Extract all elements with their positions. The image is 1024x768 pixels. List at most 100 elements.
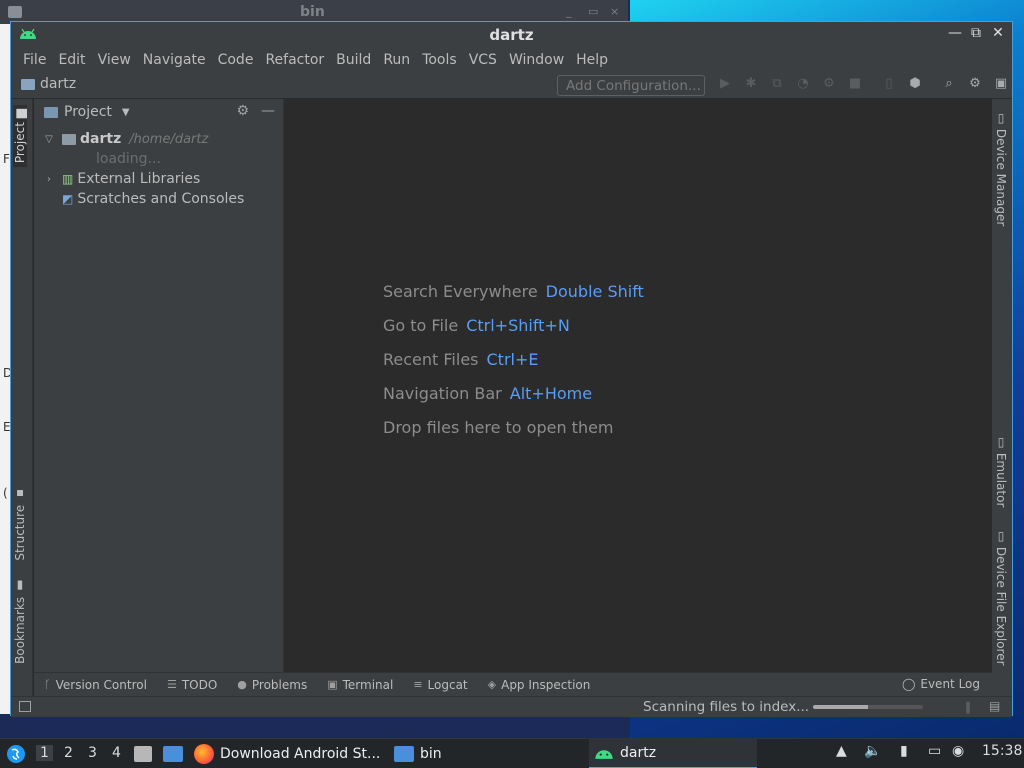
tab-app-inspection-label: App Inspection [501,677,591,692]
device-icon[interactable]: ▯ [879,76,899,94]
workspace-2[interactable]: 2 [64,745,73,761]
device-file-explorer-icon: ▯ [994,529,1008,547]
minimize-icon[interactable]: — [948,25,962,41]
notification-icon[interactable]: ◉ [952,743,964,759]
tab-problems-label: Problems [251,677,308,692]
hint-label: Drop files here to open them [383,418,614,437]
tool-tab-device-file-explorer[interactable]: ▯ Device File Explorer [994,529,1008,666]
tool-tab-bookmarks[interactable]: Bookmarks ▮ [13,579,27,664]
desktop-launcher[interactable] [163,739,183,768]
clipboard-icon[interactable]: ▮ [900,743,908,759]
scratches-label: Scratches and Consoles [77,191,245,207]
menu-code[interactable]: Code [212,49,260,73]
hide-icon[interactable]: — [261,103,275,119]
tool-tab-device-manager[interactable]: ▯ Device Manager [994,111,1008,226]
close-icon[interactable]: × [610,5,619,18]
sdk-manager-icon[interactable]: ⬢ [905,76,925,94]
workspace-3[interactable]: 3 [88,745,97,761]
maximize-icon[interactable]: ▭ [588,5,598,18]
settings-icon[interactable]: ⚙ [965,76,985,94]
start-menu-icon [7,745,25,763]
structure-icon: ▪ [13,487,27,501]
restore-icon[interactable]: ⧉ [970,25,982,41]
status-text[interactable]: Scanning files to index... [643,699,809,715]
tool-tab-structure[interactable]: Structure ▪ [13,487,27,561]
tab-problems[interactable]: ● Problems [227,673,317,696]
ide-window: dartz — ⧉ ✕ File Edit View Navigate Code… [10,21,1013,717]
taskbar: 1 2 3 4 Download Android St... bin dartz… [0,738,1024,768]
file-manager-launcher[interactable] [134,739,152,768]
network-icon[interactable]: ▭ [928,743,941,759]
tool-tab-emulator[interactable]: ▯ Emulator [994,435,1008,507]
tray-updates-icon[interactable]: ▲ [836,743,847,759]
menu-window[interactable]: Window [503,49,570,73]
task-ide[interactable]: dartz [589,739,757,768]
tab-todo[interactable]: ☰ TODO [157,673,227,696]
android-icon [595,749,613,759]
attach-debugger-icon[interactable]: ⧉ [767,76,787,94]
tab-terminal[interactable]: ▣ Terminal [317,673,403,696]
debug-icon[interactable]: ✱ [741,76,761,94]
project-view-selector[interactable]: Project ▼ [44,104,130,120]
pause-icon[interactable]: ∥ [965,700,971,714]
hint-shortcut: Ctrl+E [486,350,539,369]
tool-tab-project[interactable]: Project ▆ [13,105,27,168]
volume-icon[interactable]: 🔈 [864,743,881,759]
tab-event-log-label: Event Log [920,677,980,691]
tree-item-root[interactable]: ▽ dartz /home/dartz [34,129,283,149]
tab-terminal-label: Terminal [342,677,394,692]
task-ide-label: dartz [620,745,657,761]
library-icon: ▥ [62,172,74,186]
task-files[interactable]: bin [394,739,584,768]
task-browser[interactable]: Download Android St... [194,739,386,768]
stop-icon[interactable]: ■ [845,76,865,94]
logcat-icon: ≡ [413,678,423,691]
toggle-tool-windows-icon[interactable] [19,701,31,712]
clock[interactable]: 15:38 [982,743,1022,759]
right-tool-strip: ▯ Device Manager ▯ Emulator ▯ Device Fil… [990,99,1012,697]
tree-item-scratches[interactable]: ◩ Scratches and Consoles [34,189,283,209]
task-browser-label: Download Android St... [220,746,381,762]
tab-logcat[interactable]: ≡ Logcat [403,673,477,696]
minimize-icon[interactable]: _ [566,5,572,18]
chevron-right-icon[interactable]: › [42,174,56,185]
menu-help[interactable]: Help [570,49,614,73]
project-panel-header: Project ▼ ⚙ — [34,99,283,125]
tool-tab-device-file-explorer-label: Device File Explorer [994,546,1008,666]
gear-icon[interactable]: ⚙ [236,103,249,119]
breadcrumb[interactable]: dartz [21,76,76,92]
workspace-1[interactable]: 1 [36,745,53,761]
menu-navigate[interactable]: Navigate [137,49,212,73]
menu-file[interactable]: File [17,49,52,73]
hint-label: Go to File [383,316,459,335]
notifications-icon[interactable]: ▤ [989,699,1000,713]
window-titlebar[interactable]: dartz — ⧉ ✕ [11,22,1012,49]
menu-bar: File Edit View Navigate Code Refactor Bu… [11,49,1012,73]
run-icon[interactable]: ▶ [715,76,735,94]
workspace-4[interactable]: 4 [112,745,121,761]
chevron-down-icon[interactable]: ▽ [42,134,56,145]
tree-item-external-libraries[interactable]: › ▥ External Libraries [34,169,283,189]
menu-edit[interactable]: Edit [52,49,91,73]
menu-view[interactable]: View [92,49,137,73]
scratches-icon: ◩ [62,192,74,206]
bookmark-icon: ▮ [13,579,27,593]
tab-app-inspection[interactable]: ◈ App Inspection [478,673,601,696]
window-title: dartz [489,26,534,44]
menu-refactor[interactable]: Refactor [259,49,330,73]
menu-build[interactable]: Build [330,49,377,73]
close-icon[interactable]: ✕ [992,25,1004,41]
menu-tools[interactable]: Tools [416,49,463,73]
add-configuration-button[interactable]: Add Configuration... [557,75,705,96]
folder-icon [21,78,35,90]
profile-icon[interactable]: ◔ [793,76,813,94]
search-icon[interactable]: ⌕ [939,76,959,94]
editor-area[interactable]: Search Everywhere Double Shift Go to File… [285,99,992,672]
menu-vcs[interactable]: VCS [463,49,503,73]
tab-event-log[interactable]: ◯ Event Log [902,677,980,691]
layout-icon[interactable]: ▣ [991,76,1011,94]
apply-changes-icon[interactable]: ⚙ [819,76,839,94]
start-menu-button[interactable] [6,739,26,768]
menu-run[interactable]: Run [377,49,416,73]
tab-version-control[interactable]: ᚴ Version Control [34,673,157,696]
